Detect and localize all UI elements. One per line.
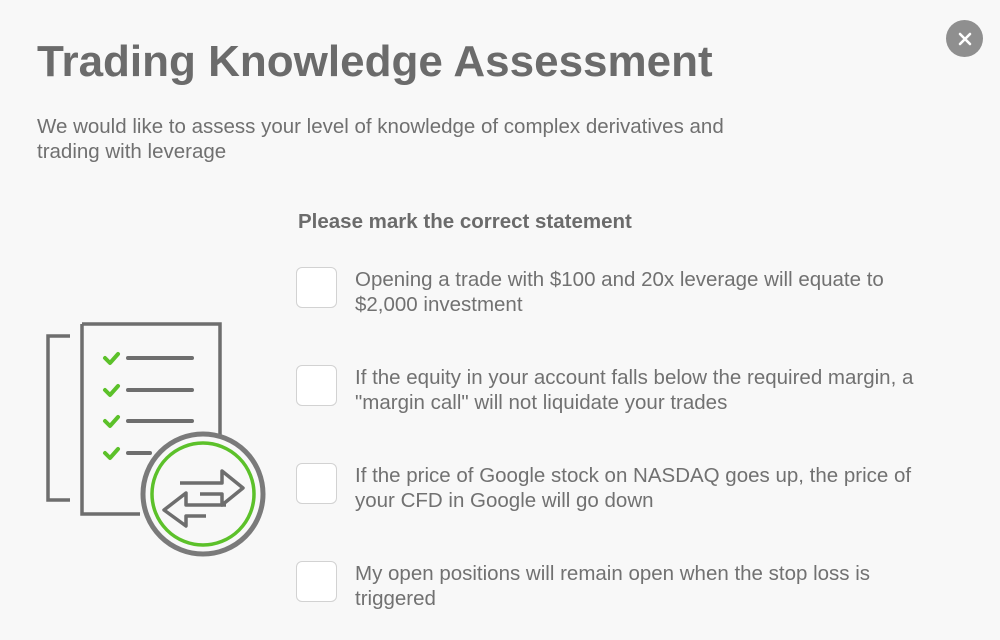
option-label[interactable]: My open positions will remain open when … <box>355 561 915 611</box>
question-heading: Please mark the correct statement <box>298 210 632 233</box>
close-icon <box>958 32 971 45</box>
option-checkbox[interactable] <box>296 561 337 602</box>
checklist-exchange-illustration <box>40 318 272 558</box>
option-label[interactable]: If the equity in your account falls belo… <box>355 365 915 415</box>
options-list: Opening a trade with $100 and 20x levera… <box>296 267 936 640</box>
option-label[interactable]: Opening a trade with $100 and 20x levera… <box>355 267 915 317</box>
option-checkbox[interactable] <box>296 267 337 308</box>
option-item[interactable]: If the price of Google stock on NASDAQ g… <box>296 463 936 561</box>
option-label[interactable]: If the price of Google stock on NASDAQ g… <box>355 463 915 513</box>
option-item[interactable]: If the equity in your account falls belo… <box>296 365 936 463</box>
option-checkbox[interactable] <box>296 365 337 406</box>
option-item[interactable]: My open positions will remain open when … <box>296 561 936 640</box>
close-button[interactable] <box>946 20 983 57</box>
page-subtitle: We would like to assess your level of kn… <box>37 115 724 163</box>
page-title: Trading Knowledge Assessment <box>37 37 713 86</box>
checklist-exchange-icon <box>46 322 266 557</box>
option-checkbox[interactable] <box>296 463 337 504</box>
assessment-modal: Trading Knowledge Assessment We would li… <box>0 0 1000 640</box>
option-item[interactable]: Opening a trade with $100 and 20x levera… <box>296 267 936 365</box>
